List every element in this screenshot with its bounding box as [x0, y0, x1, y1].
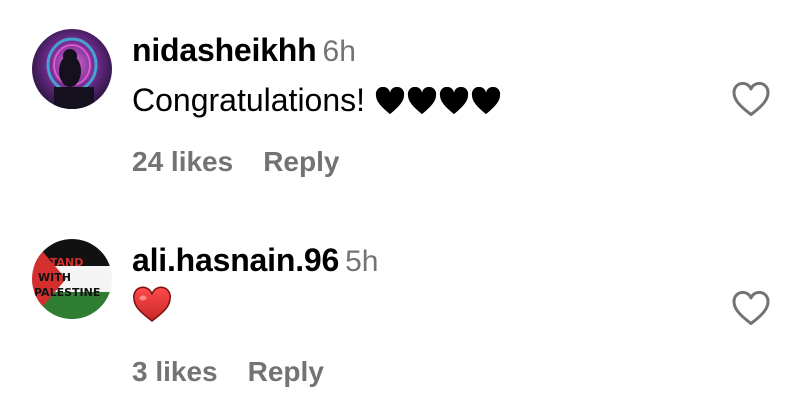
- comment-actions: 3 likes Reply: [132, 352, 324, 392]
- comment-actions: 24 likes Reply: [132, 142, 339, 182]
- avatar[interactable]: I STAND WITH PALESTINE: [32, 239, 112, 319]
- username[interactable]: ali.hasnain.96: [132, 242, 339, 278]
- comment-header: ali.hasnain.96 5h: [132, 240, 378, 287]
- comment-text-content: Congratulations!: [132, 82, 366, 118]
- black-hearts-emoji: [375, 82, 503, 126]
- avatar-text-2: WITH: [38, 271, 71, 284]
- timestamp[interactable]: 6h: [323, 35, 356, 68]
- avatar-text-1: I STAND: [34, 256, 83, 269]
- black-heart-icon: [407, 87, 437, 115]
- avatar-image: [32, 29, 112, 109]
- like-button[interactable]: [731, 289, 771, 327]
- comment-1: nidasheikhh 6h Congratulations! 24 likes R…: [0, 0, 801, 200]
- avatar[interactable]: [32, 29, 112, 109]
- comment-text: Congratulations!: [132, 78, 503, 126]
- black-heart-icon: [439, 87, 469, 115]
- black-heart-icon: [471, 87, 501, 115]
- heart-outline-icon: [732, 290, 770, 325]
- reply-button[interactable]: Reply: [248, 356, 324, 387]
- avatar-image: I STAND WITH PALESTINE: [32, 239, 112, 319]
- comment-2: I STAND WITH PALESTINE ali.hasnain.96 5h …: [0, 210, 801, 410]
- likes-count[interactable]: 3 likes: [132, 356, 218, 387]
- likes-count[interactable]: 24 likes: [132, 146, 233, 177]
- comment-text: [132, 286, 172, 324]
- black-heart-icon: [375, 87, 405, 115]
- like-button[interactable]: [731, 80, 771, 118]
- timestamp[interactable]: 5h: [345, 245, 378, 278]
- heart-outline-icon: [732, 81, 770, 116]
- reply-button[interactable]: Reply: [263, 146, 339, 177]
- comment-header: nidasheikhh 6h: [132, 30, 356, 77]
- red-heart-icon: [133, 286, 171, 322]
- username[interactable]: nidasheikhh: [132, 32, 317, 68]
- avatar-text-3: PALESTINE: [34, 286, 100, 299]
